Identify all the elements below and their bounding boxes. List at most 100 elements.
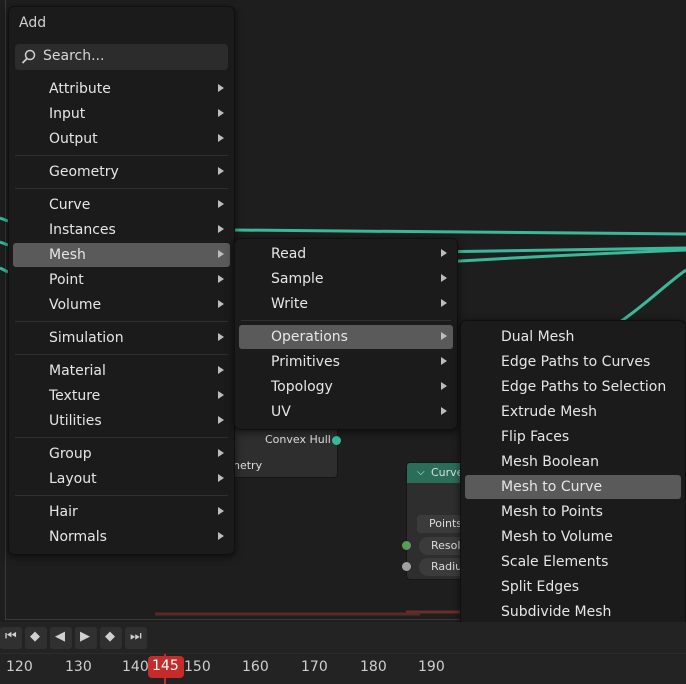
- mesh-submenu-item-read[interactable]: Read: [239, 242, 453, 266]
- mesh-submenu-item-write[interactable]: Write: [239, 292, 453, 316]
- mesh-submenu-item-operations[interactable]: Operations: [239, 325, 453, 349]
- timeline-divider: [0, 653, 686, 654]
- play-icon: ▶: [80, 629, 90, 644]
- add-menu-item-label: Instances: [49, 222, 116, 238]
- add-menu-item-curve[interactable]: Curve: [13, 193, 230, 217]
- convex-hull-output-label: Convex Hull: [265, 433, 331, 446]
- operations-item-extrude-mesh[interactable]: Extrude Mesh: [465, 400, 681, 424]
- operations-item-label: Split Edges: [501, 579, 580, 595]
- add-menu-item-output[interactable]: Output: [13, 127, 230, 151]
- add-menu-item-label: Input: [49, 106, 86, 122]
- submenu-arrow-icon: [218, 507, 224, 515]
- play-reverse-icon: ◀: [55, 629, 65, 644]
- add-menu-item-attribute[interactable]: Attribute: [13, 77, 230, 101]
- node-link: [232, 228, 686, 236]
- operations-item-label: Mesh to Volume: [501, 529, 613, 545]
- node-link: [0, 240, 9, 247]
- jump-start-button[interactable]: ⏮: [0, 627, 22, 649]
- points-label: Points: [429, 517, 463, 530]
- current-frame-indicator[interactable]: 145: [148, 656, 184, 678]
- operations-item-dual-mesh[interactable]: Dual Mesh: [465, 325, 681, 349]
- node-link: [0, 266, 9, 274]
- operations-item-label: Edge Paths to Curves: [501, 354, 651, 370]
- submenu-arrow-icon: [441, 382, 447, 390]
- add-menu-item-volume[interactable]: Volume: [13, 293, 230, 317]
- next-keyframe-button[interactable]: ◆: [100, 627, 122, 649]
- node-link: [0, 216, 9, 223]
- operations-item-edge-paths-to-selection[interactable]: Edge Paths to Selection: [465, 375, 681, 399]
- add-menu-item-mesh[interactable]: Mesh: [13, 243, 230, 267]
- mesh-submenu-item-topology[interactable]: Topology: [239, 375, 453, 399]
- submenu-arrow-icon: [218, 84, 224, 92]
- add-menu: Add Search... Attribute Input Output Geomet…: [8, 6, 235, 555]
- submenu-arrow-icon: [218, 449, 224, 457]
- operations-item-label: Mesh to Curve: [501, 479, 603, 495]
- jump-end-icon: ⏭: [130, 629, 142, 644]
- jump-end-button[interactable]: ⏭: [125, 627, 147, 649]
- submenu-arrow-icon: [218, 391, 224, 399]
- submenu-arrow-icon: [441, 274, 447, 282]
- operations-item-flip-faces[interactable]: Flip Faces: [465, 425, 681, 449]
- prev-keyframe-button[interactable]: ◆: [25, 627, 47, 649]
- add-menu-item-label: Point: [49, 272, 84, 288]
- operations-item-label: Flip Faces: [501, 429, 570, 445]
- node-link: [619, 268, 686, 324]
- geometry-socket[interactable]: [332, 436, 341, 445]
- add-menu-item-utilities[interactable]: Utilities: [13, 409, 230, 433]
- add-menu-item-hair[interactable]: Hair: [13, 500, 230, 524]
- submenu-arrow-icon: [441, 249, 447, 257]
- operations-item-mesh-to-curve[interactable]: Mesh to Curve: [465, 475, 681, 499]
- operations-item-mesh-to-volume[interactable]: Mesh to Volume: [465, 525, 681, 549]
- mesh-submenu-item-sample[interactable]: Sample: [239, 267, 453, 291]
- geometry-input-label: netry: [233, 459, 263, 472]
- add-menu-item-input[interactable]: Input: [13, 102, 230, 126]
- operations-item-split-edges[interactable]: Split Edges: [465, 575, 681, 599]
- play-button[interactable]: ▶: [75, 627, 97, 649]
- add-menu-item-label: Output: [49, 131, 98, 147]
- search-icon: [21, 49, 36, 64]
- mesh-submenu-item-label: Write: [271, 296, 308, 312]
- operations-item-scale-elements[interactable]: Scale Elements: [465, 550, 681, 574]
- add-menu-item-instances[interactable]: Instances: [13, 218, 230, 242]
- submenu-arrow-icon: [218, 225, 224, 233]
- chevron-down-icon[interactable]: ⌵: [417, 467, 425, 478]
- add-menu-item-label: Geometry: [49, 164, 119, 180]
- add-menu-item-layout[interactable]: Layout: [13, 467, 230, 491]
- play-reverse-button[interactable]: ◀: [50, 627, 72, 649]
- timeline-tick: 140: [122, 659, 149, 675]
- operations-item-subdivide-mesh[interactable]: Subdivide Mesh: [465, 600, 681, 624]
- add-menu-item-label: Layout: [49, 471, 97, 487]
- add-menu-item-geometry[interactable]: Geometry: [13, 160, 230, 184]
- submenu-arrow-icon: [218, 366, 224, 374]
- search-input[interactable]: Search...: [15, 44, 228, 70]
- add-menu-item-group[interactable]: Group: [13, 442, 230, 466]
- add-menu-item-label: Attribute: [49, 81, 111, 97]
- add-menu-item-simulation[interactable]: Simulation: [13, 326, 230, 350]
- operations-item-mesh-boolean[interactable]: Mesh Boolean: [465, 450, 681, 474]
- add-menu-item-label: Group: [49, 446, 92, 462]
- mesh-submenu-item-primitives[interactable]: Primitives: [239, 350, 453, 374]
- add-menu-item-label: Simulation: [49, 330, 124, 346]
- add-menu-item-texture[interactable]: Texture: [13, 384, 230, 408]
- menu-separator: [15, 354, 228, 355]
- curve-node-title: Curve: [431, 466, 464, 479]
- operations-item-mesh-to-points[interactable]: Mesh to Points: [465, 500, 681, 524]
- submenu-arrow-icon: [218, 333, 224, 341]
- add-menu-item-normals[interactable]: Normals: [13, 525, 230, 549]
- add-menu-item-label: Curve: [49, 197, 91, 213]
- timeline-tick: 170: [301, 659, 328, 675]
- mesh-submenu-item-uv[interactable]: UV: [239, 400, 453, 424]
- add-menu-item-point[interactable]: Point: [13, 268, 230, 292]
- operations-item-label: Dual Mesh: [501, 329, 575, 345]
- resolution-socket[interactable]: [402, 541, 411, 550]
- operations-item-edge-paths-to-curves[interactable]: Edge Paths to Curves: [465, 350, 681, 374]
- mesh-submenu-item-label: Topology: [271, 379, 333, 395]
- timeline-tick: 160: [242, 659, 269, 675]
- submenu-arrow-icon: [218, 474, 224, 482]
- submenu-arrow-icon: [218, 200, 224, 208]
- operations-item-label: Scale Elements: [501, 554, 609, 570]
- radius-socket[interactable]: [402, 562, 411, 571]
- add-menu-item-material[interactable]: Material: [13, 359, 230, 383]
- curve-node[interactable]: ⌵ Curve Points Resol Radiu: [402, 462, 473, 580]
- submenu-arrow-icon: [218, 532, 224, 540]
